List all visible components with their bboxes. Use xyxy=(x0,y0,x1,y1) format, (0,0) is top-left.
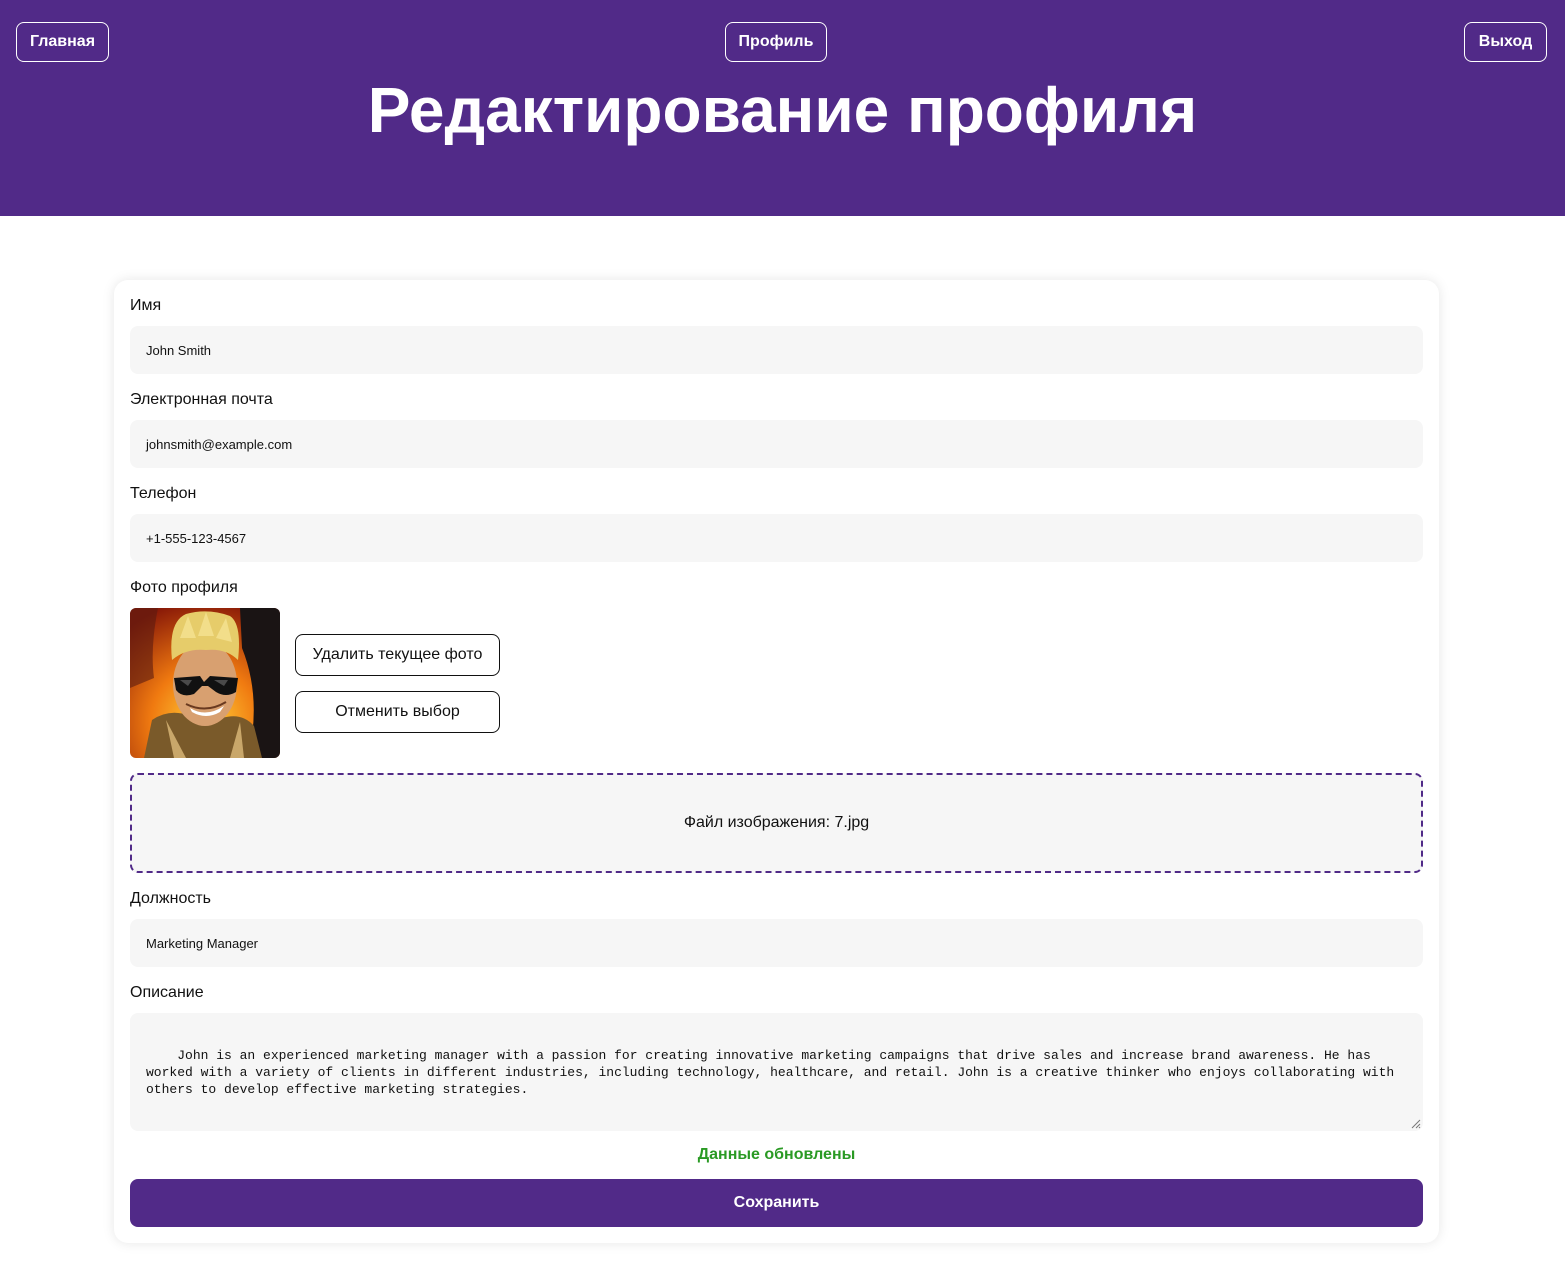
email-label: Электронная почта xyxy=(130,391,273,408)
position-input[interactable]: Marketing Manager xyxy=(130,919,1423,967)
save-button[interactable]: Сохранить xyxy=(130,1179,1423,1227)
image-file-name: Файл изображения: 7.jpg xyxy=(683,814,870,831)
header: Главная Профиль Выход Редактирование про… xyxy=(0,0,1565,216)
name-label: Имя xyxy=(130,297,162,314)
delete-photo-button[interactable]: Удалить текущее фото xyxy=(295,634,500,676)
email-input[interactable]: johnsmith@example.com xyxy=(130,420,1423,468)
logout-button[interactable]: Выход xyxy=(1464,22,1547,62)
phone-label: Телефон xyxy=(130,485,197,502)
profile-form-card: Имя John Smith Электронная почта johnsmi… xyxy=(114,280,1439,1243)
photo-label: Фото профиля xyxy=(130,579,238,596)
cancel-selection-button[interactable]: Отменить выбор xyxy=(295,691,500,733)
description-text: John is an experienced marketing manager… xyxy=(146,1048,1403,1097)
image-file-dropzone[interactable]: Файл изображения: 7.jpg xyxy=(130,773,1423,873)
home-button[interactable]: Главная xyxy=(16,22,109,62)
description-label: Описание xyxy=(130,984,204,1001)
position-label: Должность xyxy=(130,890,211,907)
status-message: Данные обновлены xyxy=(697,1146,856,1163)
page-title: Редактирование профиля xyxy=(367,74,1198,146)
resize-handle-icon[interactable] xyxy=(1409,1117,1421,1129)
phone-input[interactable]: +1-555-123-4567 xyxy=(130,514,1423,562)
profile-photo xyxy=(130,608,280,758)
profile-photo-image xyxy=(130,608,280,758)
name-input[interactable]: John Smith xyxy=(130,326,1423,374)
description-textarea[interactable]: John is an experienced marketing manager… xyxy=(130,1013,1423,1131)
profile-button[interactable]: Профиль xyxy=(725,22,827,62)
